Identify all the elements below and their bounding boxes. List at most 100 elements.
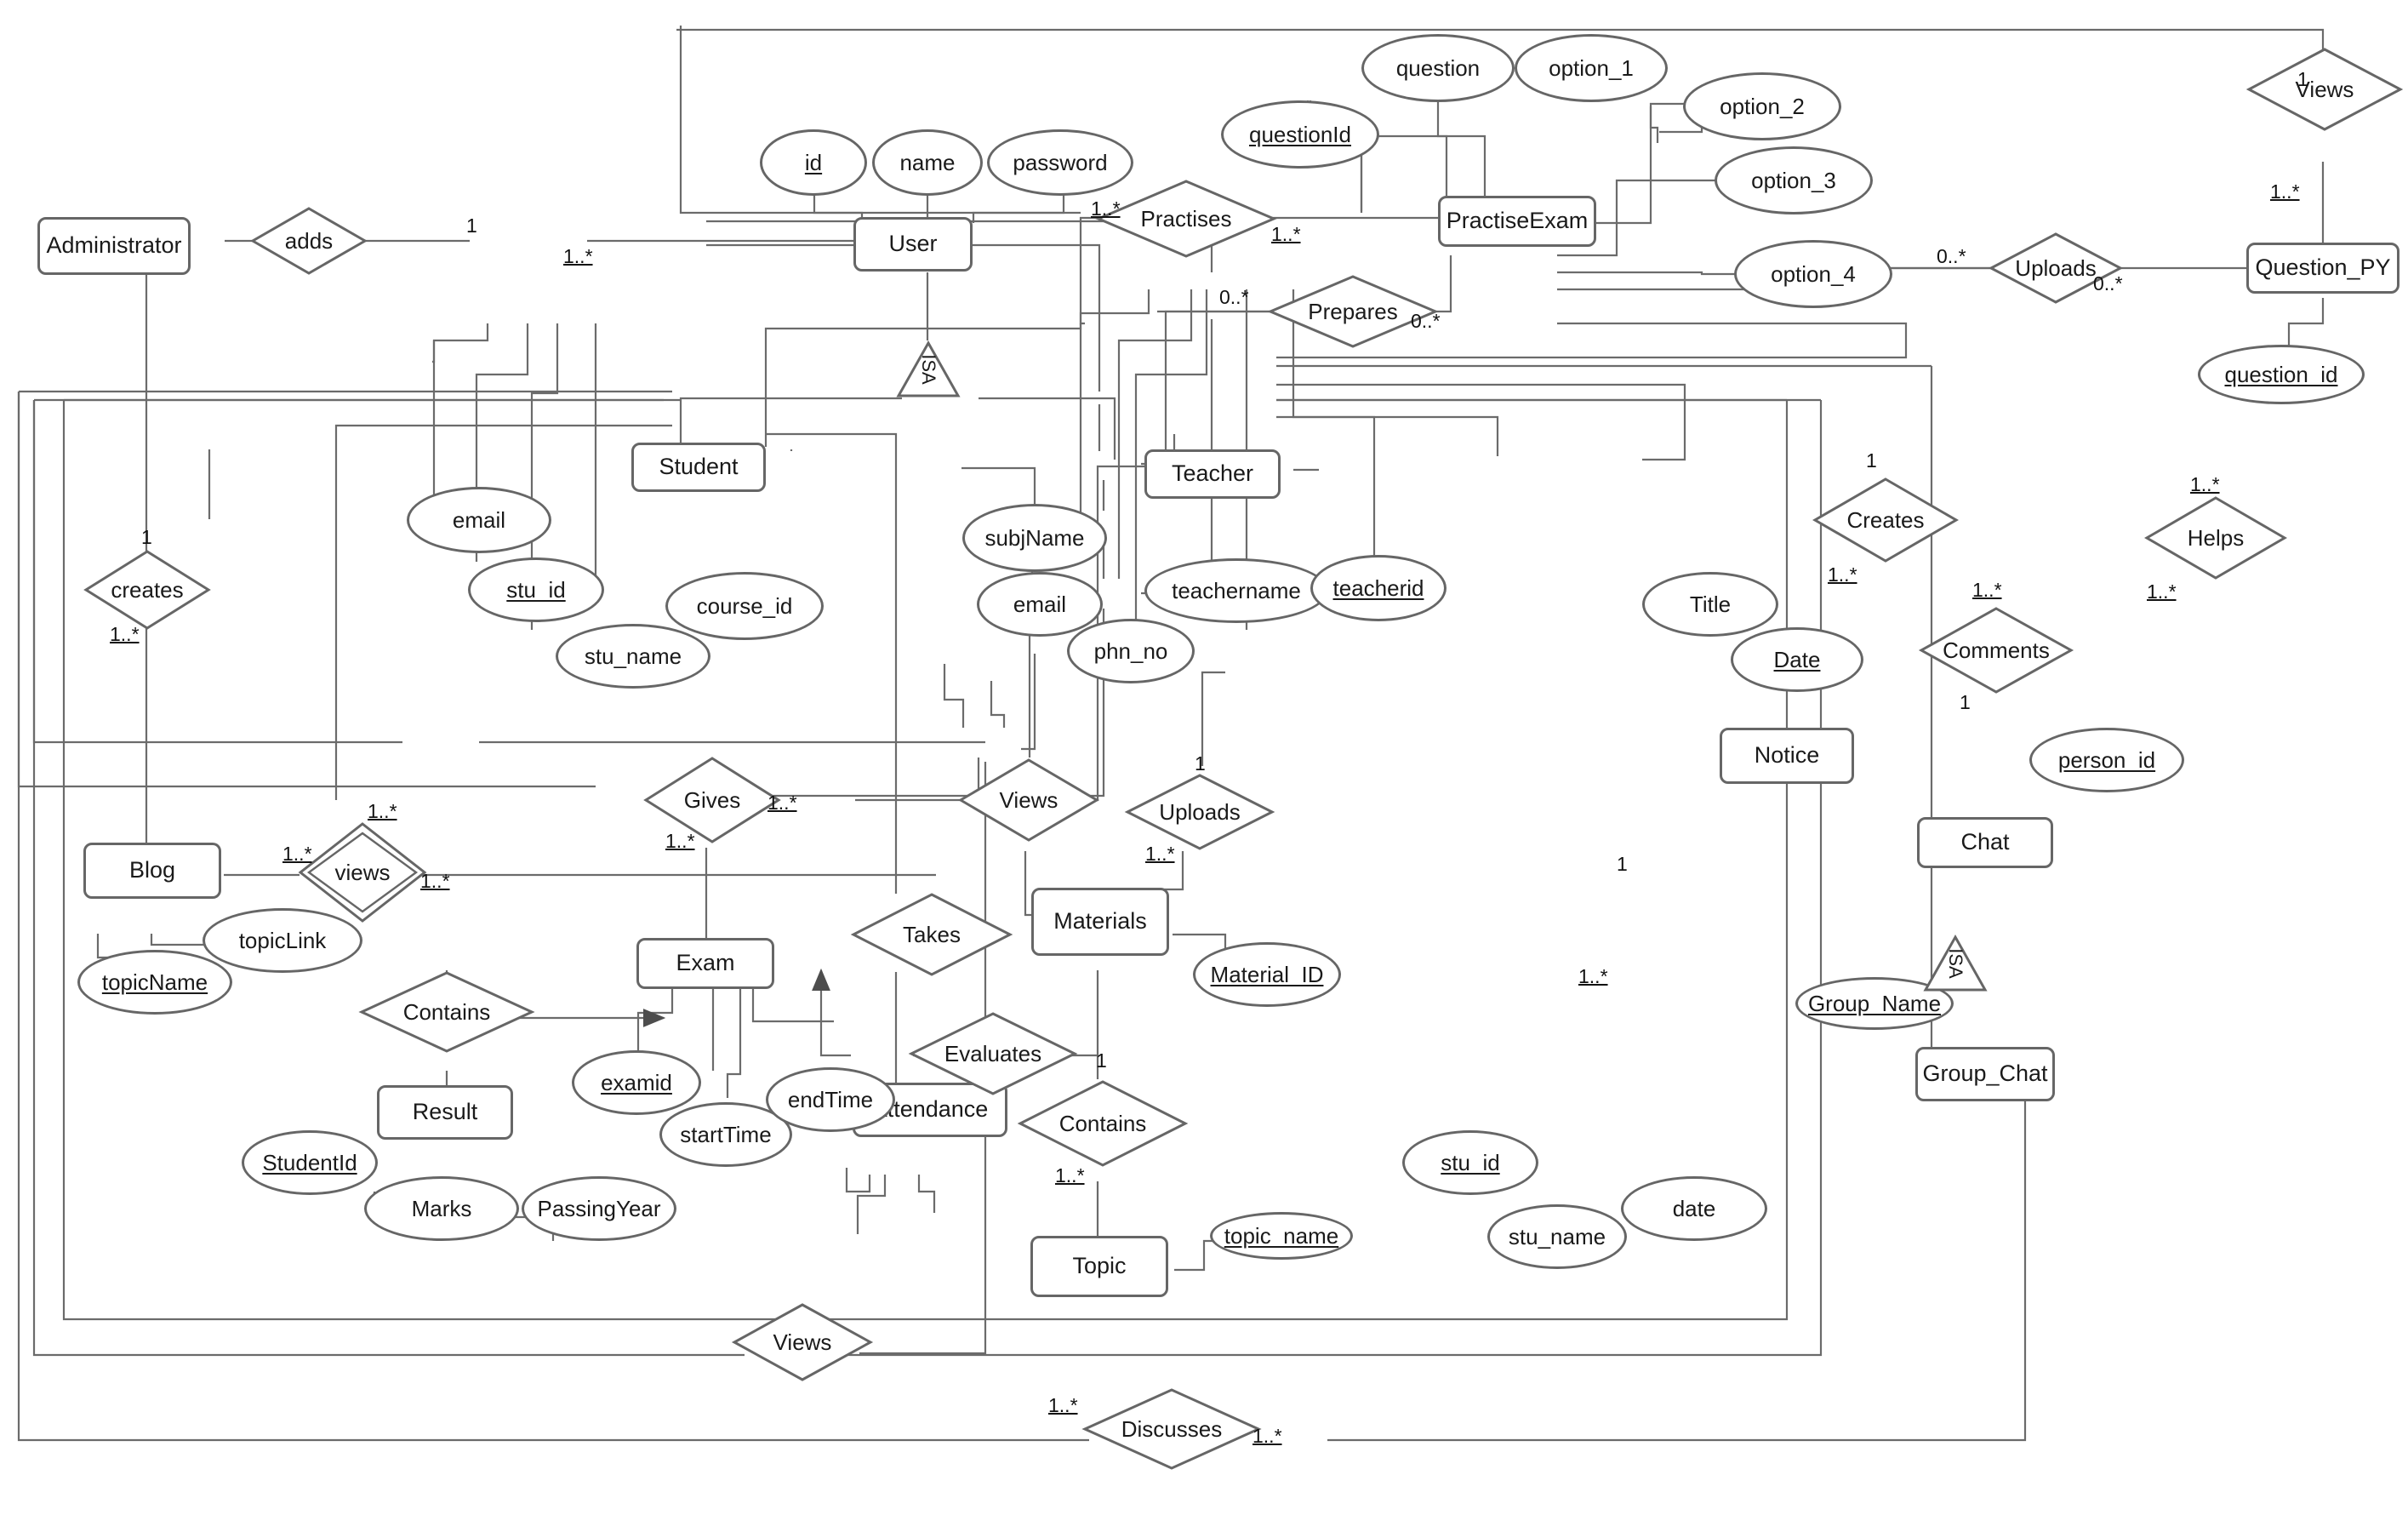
attribute-attendance-stu-id[interactable]: stu_id [1402,1130,1538,1195]
cardinality-label: 1..* [1271,223,1301,245]
entity-materials[interactable]: Materials [1031,888,1169,956]
relationship-comments[interactable]: Comments [1918,606,2074,695]
attribute-studentid[interactable]: StudentId [242,1130,378,1195]
attribute-notice-date[interactable]: Date [1731,627,1863,692]
attribute-endtime[interactable]: endTime [766,1067,895,1132]
cardinality-label: 0..* [1411,310,1441,332]
relationship-helps[interactable]: Helps [2144,495,2287,580]
attribute-marks[interactable]: Marks [364,1176,519,1241]
attribute-topic-name[interactable]: topic_name [1210,1212,1353,1260]
entity-label: Teacher [1171,460,1254,487]
attribute-subjname[interactable]: subjName [962,504,1107,572]
entity-teacher[interactable]: Teacher [1144,449,1281,499]
attribute-question[interactable]: question [1361,34,1515,102]
cardinality-label: 1 [1617,853,1628,875]
attribute-material-id[interactable]: Material_ID [1193,942,1341,1007]
relationship-contains-topic[interactable]: Contains [1017,1079,1189,1168]
relationship-gives[interactable]: Gives [643,756,781,844]
entity-label: User [888,231,938,257]
attribute-user-name[interactable]: name [872,129,983,196]
attribute-teacherid[interactable]: teacherid [1310,555,1447,621]
attribute-label: Material_ID [1210,961,1324,987]
attribute-option-4[interactable]: option_4 [1734,240,1892,308]
entity-administrator[interactable]: Administrator [37,217,191,275]
relationship-discusses[interactable]: Discusses [1081,1387,1262,1471]
relationship-label: Contains [1058,1110,1147,1136]
relationship-label: Discusses [1121,1415,1223,1442]
relationship-uploads-materials[interactable]: Uploads [1124,773,1275,851]
isa-label: ISA [1945,948,1966,979]
attribute-label: stu_id [506,576,566,603]
relationship-contains-exam[interactable]: Contains [358,970,535,1054]
attribute-question-id[interactable]: question_id [2198,345,2365,404]
relationship-takes[interactable]: Takes [850,892,1013,977]
attribute-person-id[interactable]: person_id [2029,728,2184,792]
attribute-course-id[interactable]: course_id [665,572,824,640]
relationship-views-bottom[interactable]: Views [731,1302,874,1382]
entity-topic[interactable]: Topic [1030,1236,1168,1297]
attribute-label: option_4 [1771,260,1856,287]
cardinality-label: 1..* [1828,563,1857,586]
relationship-adds[interactable]: adds [249,206,368,276]
entity-user[interactable]: User [853,217,973,272]
attribute-label: email [1013,591,1067,617]
entity-chat[interactable]: Chat [1917,817,2053,868]
attribute-stu-name[interactable]: stu_name [556,624,710,689]
attribute-label: option_1 [1549,54,1634,81]
isa-user-triangle[interactable]: ISA [896,340,961,398]
attribute-phn-no[interactable]: phn_no [1067,619,1195,683]
attribute-passingyear[interactable]: PassingYear [522,1176,676,1241]
entity-question-py[interactable]: Question_PY [2246,243,2399,294]
cardinality-label: 1 [1096,1049,1107,1072]
attribute-option-1[interactable]: option_1 [1515,34,1668,102]
attribute-label: endTime [787,1086,874,1112]
attribute-option-2[interactable]: option_2 [1683,72,1841,140]
cardinality-label: 1 [141,526,152,548]
attribute-notice-title[interactable]: Title [1642,572,1778,637]
attribute-label: email [452,506,506,533]
relationship-creates-notice[interactable]: Creates [1812,477,1959,563]
relationship-practises[interactable]: Practises [1095,179,1277,259]
relationship-views-materials[interactable]: Views [958,758,1099,843]
relationship-views-blog[interactable]: views [298,821,427,923]
cardinality-label: 1..* [110,623,140,645]
entity-result[interactable]: Result [377,1085,513,1140]
attribute-questionid[interactable]: questionId [1221,100,1379,169]
attribute-teachername[interactable]: teachername [1144,558,1328,623]
isa-chat-triangle[interactable]: ISA [1923,934,1988,992]
entity-label: Notice [1754,742,1820,769]
relationship-views-questionpy[interactable]: Views [2245,47,2404,132]
entity-label: PractiseExam [1446,208,1589,234]
attribute-label: teachername [1172,577,1301,603]
attribute-option-3[interactable]: option_3 [1715,146,1873,214]
attribute-attendance-stu-name[interactable]: stu_name [1487,1204,1627,1269]
entity-label: Chat [1960,829,2010,855]
cardinality-label: 1..* [282,843,312,865]
attribute-label: stu_id [1441,1149,1500,1175]
entity-practise-exam[interactable]: PractiseExam [1438,196,1596,247]
entity-group-chat[interactable]: Group_Chat [1915,1047,2055,1101]
attribute-attendance-date[interactable]: date [1621,1176,1767,1241]
attribute-label: option_3 [1751,167,1836,193]
attribute-topicname[interactable]: topicName [77,950,232,1015]
attribute-teacher-email[interactable]: email [977,572,1103,637]
entity-student[interactable]: Student [631,443,766,492]
entity-blog[interactable]: Blog [83,843,221,899]
attribute-label: stu_name [1508,1223,1606,1249]
relationship-label: adds [284,227,334,254]
cardinality-label: 1..* [1972,579,2002,601]
attribute-examid[interactable]: examid [572,1050,701,1115]
cardinality-label: 1 [1866,449,1877,472]
attribute-student-email[interactable]: email [407,487,551,553]
attribute-label: teacherid [1332,575,1424,601]
entity-label: Result [412,1099,478,1125]
entity-label: Question_PY [2255,254,2391,281]
attribute-stu-id[interactable]: stu_id [468,557,604,622]
entity-label: Administrator [46,232,182,259]
relationship-creates-blog[interactable]: creates [83,549,211,631]
relationship-label: Practises [1140,205,1232,232]
entity-notice[interactable]: Notice [1720,728,1854,784]
entity-exam[interactable]: Exam [636,938,774,989]
attribute-user-id[interactable]: id [760,129,867,196]
attribute-label: question_id [2224,361,2338,387]
